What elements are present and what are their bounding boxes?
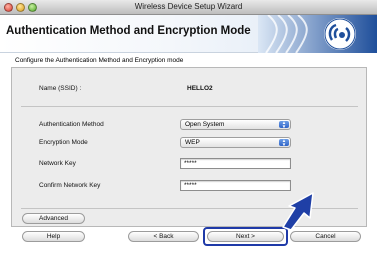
encryption-mode-select[interactable]: WEP ▲ ▼	[180, 137, 291, 148]
select-arrows-icon: ▲ ▼	[279, 138, 289, 146]
divider	[21, 106, 358, 107]
auth-method-select[interactable]: Open System ▲ ▼	[180, 119, 291, 130]
ssid-value: HELLO2	[187, 85, 213, 92]
auth-method-label: Authentication Method	[39, 121, 104, 128]
network-key-label: Network Key	[39, 160, 76, 167]
encryption-mode-label: Encryption Mode	[39, 139, 88, 146]
cancel-button[interactable]: Cancel	[290, 231, 361, 242]
next-button[interactable]: Next >	[207, 231, 284, 242]
auth-method-value: Open System	[185, 121, 225, 128]
back-button[interactable]: < Back	[128, 231, 199, 242]
confirm-network-key-field[interactable]: *****	[180, 180, 291, 191]
page-title: Authentication Method and Encryption Mod…	[6, 25, 251, 37]
encryption-mode-value: WEP	[185, 139, 200, 146]
ssid-label: Name (SSID) :	[39, 85, 82, 92]
wireless-logo-icon	[258, 15, 377, 53]
advanced-button[interactable]: Advanced	[22, 213, 85, 224]
network-key-field[interactable]: *****	[180, 158, 291, 169]
title-bar: Wireless Device Setup Wizard	[0, 0, 377, 15]
pointer-arrow-icon	[282, 192, 314, 231]
window-title: Wireless Device Setup Wizard	[134, 2, 243, 11]
page-subtitle: Configure the Authentication Method and …	[15, 57, 184, 64]
select-arrows-icon: ▲ ▼	[279, 120, 289, 128]
help-button[interactable]: Help	[22, 231, 85, 242]
confirm-network-key-label: Confirm Network Key	[39, 182, 101, 189]
